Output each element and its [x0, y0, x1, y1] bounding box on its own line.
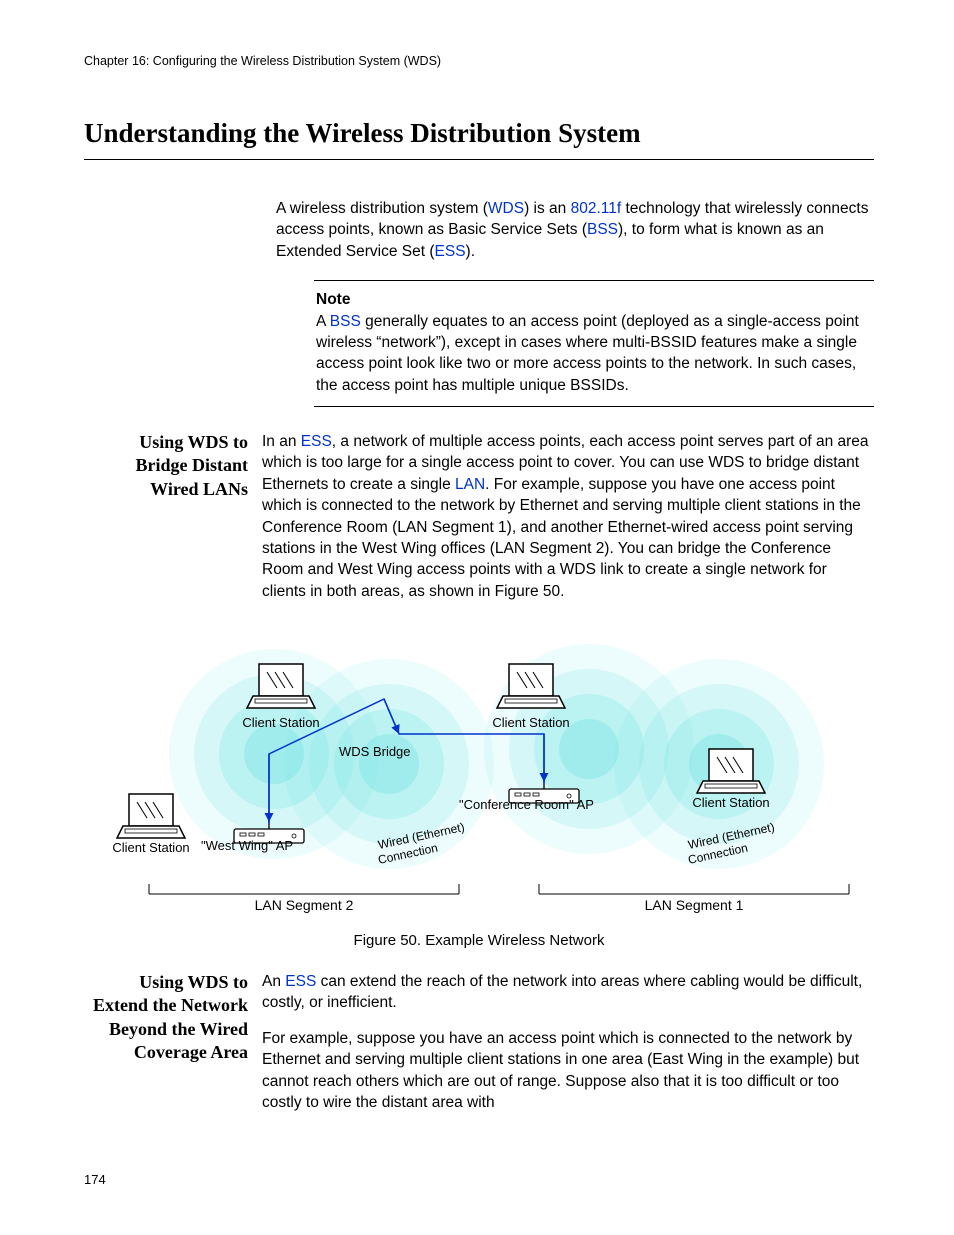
text: . For example, suppose you have one acce… — [262, 476, 861, 600]
figure-50: Client Station Client Station Client Sta… — [84, 634, 874, 949]
link-wds[interactable]: WDS — [488, 200, 524, 217]
section-p1: An ESS can extend the reach of the netwo… — [262, 971, 874, 1014]
section-p2: For example, suppose you have an access … — [262, 1028, 874, 1114]
running-header: Chapter 16: Configuring the Wireless Dis… — [84, 54, 874, 68]
link-ess[interactable]: ESS — [301, 433, 332, 450]
label-client: Client Station — [492, 715, 569, 730]
side-heading: Using WDS to Bridge Distant Wired LANs — [84, 431, 262, 616]
label-seg2: LAN Segment 2 — [255, 897, 354, 913]
page: Chapter 16: Configuring the Wireless Dis… — [0, 0, 954, 1235]
note-body: generally equates to an access point (de… — [316, 313, 859, 394]
link-bss[interactable]: BSS — [587, 221, 618, 238]
section-body: In an ESS, a network of multiple access … — [262, 431, 874, 602]
section-extend-network: Using WDS to Extend the Network Beyond t… — [84, 971, 874, 1127]
text: can extend the reach of the network into… — [262, 973, 862, 1011]
main-title: Understanding the Wireless Distribution … — [84, 118, 874, 149]
figure-caption: Figure 50. Example Wireless Network — [84, 932, 874, 949]
note-box: Note A BSS generally equates to an acces… — [314, 280, 874, 407]
link-lan[interactable]: LAN — [455, 476, 485, 493]
label-client: Client Station — [242, 715, 319, 730]
page-number: 174 — [84, 1172, 106, 1187]
link-bss[interactable]: BSS — [330, 313, 361, 330]
text: A wireless distribution system ( — [276, 200, 488, 217]
network-diagram: Client Station Client Station Client Sta… — [89, 634, 869, 924]
title-rule — [84, 159, 874, 160]
link-80211f[interactable]: 802.11f — [571, 200, 622, 217]
text: An — [262, 973, 285, 990]
text: ) is an — [524, 200, 571, 217]
section-bridge-lans: Using WDS to Bridge Distant Wired LANs I… — [84, 431, 874, 616]
intro-paragraph: A wireless distribution system (WDS) is … — [276, 198, 874, 262]
label-client: Client Station — [692, 795, 769, 810]
label-client: Client Station — [112, 840, 189, 855]
label-wds-bridge: WDS Bridge — [339, 744, 411, 759]
label-conf-ap: "Conference Room" AP — [459, 797, 594, 812]
link-ess[interactable]: ESS — [285, 973, 316, 990]
link-ess[interactable]: ESS — [435, 243, 466, 260]
text: In an — [262, 433, 301, 450]
label-seg1: LAN Segment 1 — [645, 897, 744, 913]
side-heading: Using WDS to Extend the Network Beyond t… — [84, 971, 262, 1127]
text: ). — [466, 243, 475, 260]
note-label: Note — [316, 289, 872, 310]
label-west-ap: "West Wing" AP — [201, 838, 293, 853]
text: A — [316, 313, 330, 330]
